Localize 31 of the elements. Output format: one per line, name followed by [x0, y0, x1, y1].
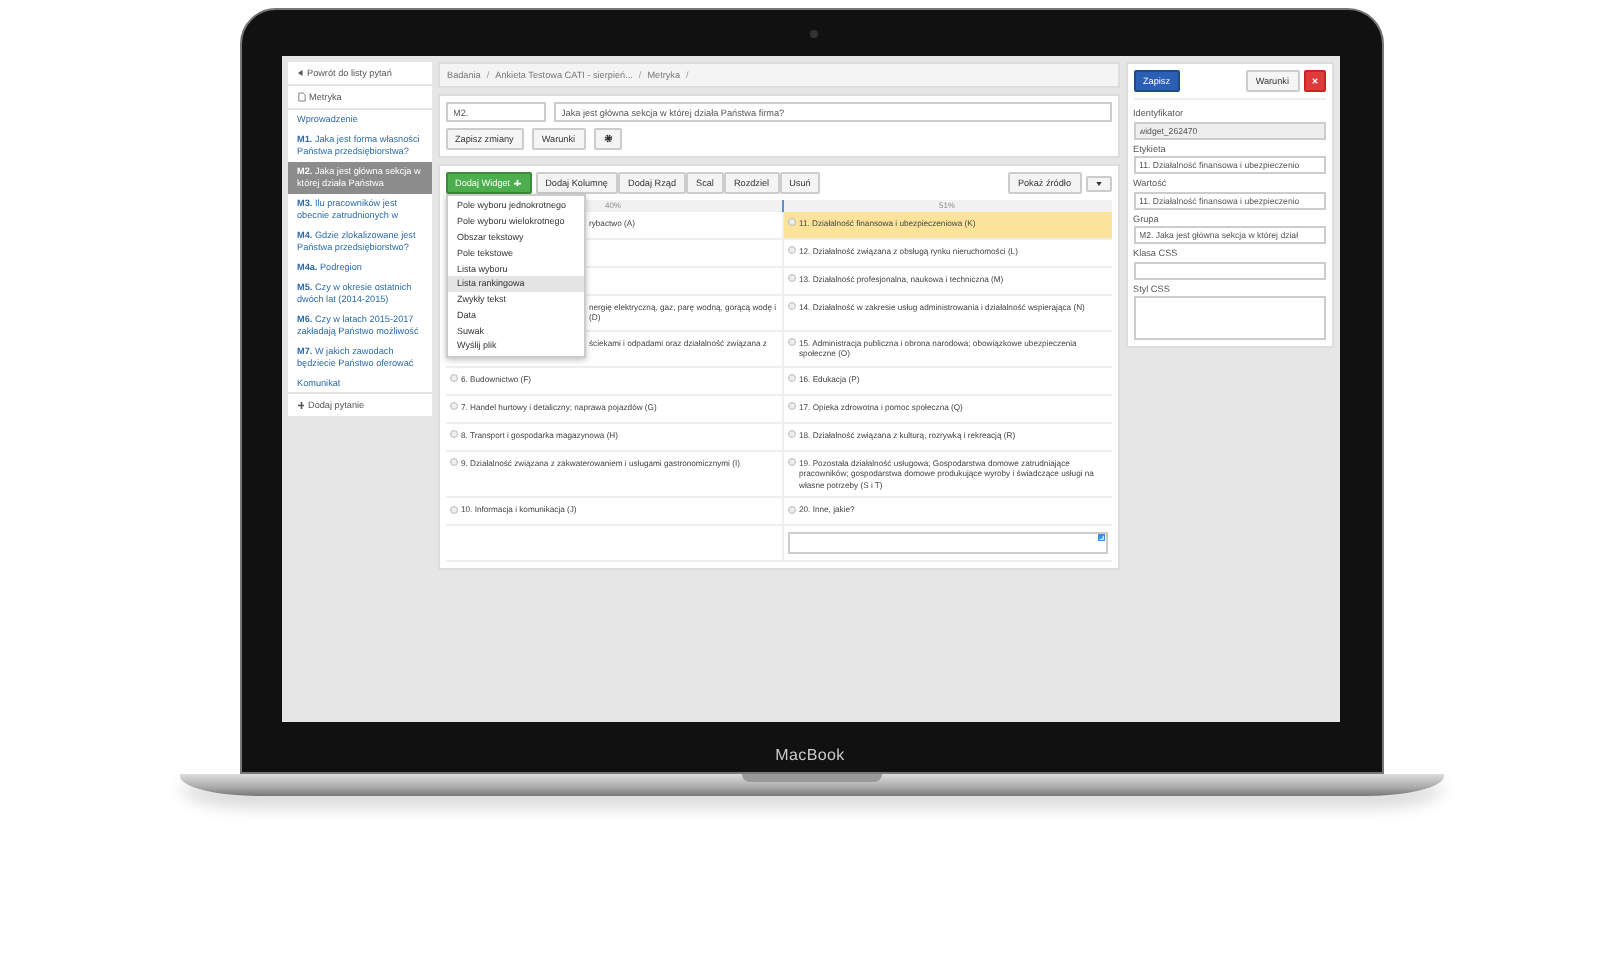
radio-icon	[787, 246, 795, 255]
close-icon	[1311, 78, 1317, 84]
plus-icon	[514, 179, 522, 187]
close-button[interactable]	[1303, 70, 1325, 92]
settings-icon	[603, 134, 613, 144]
radio-icon	[787, 402, 795, 411]
settings-button[interactable]	[593, 128, 623, 150]
radio-icon	[449, 458, 457, 467]
radio-icon	[787, 302, 795, 311]
text-input-field[interactable]	[787, 532, 1107, 555]
radio-icon	[787, 338, 795, 347]
radio-icon	[449, 402, 457, 411]
radio-icon	[449, 430, 457, 439]
dropdown-button[interactable]	[1085, 175, 1111, 191]
back-arrow-icon	[297, 70, 303, 76]
radio-icon	[449, 505, 457, 514]
css-style-field[interactable]	[1133, 296, 1325, 340]
radio-icon	[787, 218, 795, 227]
radio-icon	[787, 374, 795, 383]
caret-icon	[1095, 181, 1101, 185]
radio-icon	[787, 458, 795, 467]
radio-icon	[787, 274, 795, 283]
radio-icon	[787, 505, 795, 514]
plus-icon	[297, 402, 304, 410]
text-field[interactable]	[1133, 261, 1325, 279]
camera-icon	[809, 30, 817, 38]
radio-icon	[449, 374, 457, 383]
document-icon	[297, 92, 305, 102]
brand-label: MacBook	[775, 744, 845, 768]
radio-icon	[787, 430, 795, 439]
resize-icon	[1098, 534, 1105, 542]
